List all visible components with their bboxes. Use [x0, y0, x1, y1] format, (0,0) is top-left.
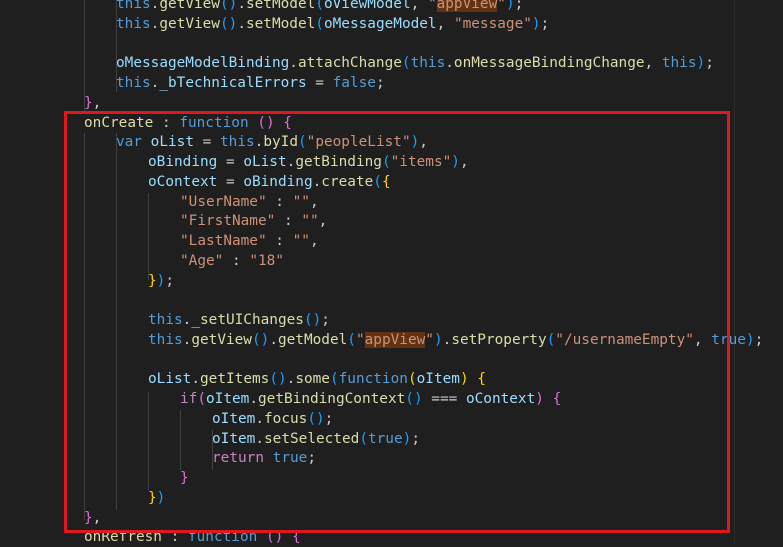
code-editor[interactable]: this.getView().setModel(oViewModel, "app… — [0, 0, 783, 545]
code-token: ; — [514, 0, 524, 12]
code-line[interactable]: this.getView().setModel(oMessageModel, "… — [116, 14, 549, 34]
code-token: getView — [159, 15, 220, 32]
code-line[interactable]: this.getView().setModel(oViewModel, "app… — [116, 0, 523, 14]
code-token: () — [219, 0, 238, 12]
code-token: , — [436, 15, 454, 32]
code-token: attachChange — [297, 55, 402, 72]
code-token: () — [219, 15, 238, 32]
code-token: onMessageBindingChange — [453, 55, 645, 72]
code-token: oMessageModelBinding — [116, 55, 290, 72]
code-token: . — [237, 15, 246, 32]
code-line[interactable]: oMessageModelBinding.attachChange(this.o… — [116, 53, 714, 73]
code-token: ( — [401, 55, 411, 72]
code-token: ; — [375, 75, 385, 91]
code-token: ) — [531, 15, 541, 32]
code-token: this — [661, 55, 697, 72]
code-token: _bTechnicalErrors — [159, 75, 307, 91]
code-token: " — [497, 0, 506, 12]
code-token: setModel — [245, 0, 316, 12]
code-token: this — [116, 0, 151, 12]
code-token: ) — [505, 0, 515, 12]
code-token: = — [306, 75, 333, 91]
highlight-box — [64, 111, 730, 533]
editor-scrollbar-track[interactable] — [734, 0, 735, 544]
code-token: oViewModel — [323, 0, 411, 12]
code-token: ( — [315, 15, 324, 32]
code-token: appView — [436, 0, 498, 12]
code-token: setModel — [245, 15, 316, 32]
code-token: ( — [315, 0, 324, 12]
code-token: ) — [745, 331, 755, 348]
code-token: false — [332, 75, 376, 91]
code-token: getView — [159, 0, 220, 12]
code-token: . — [289, 55, 298, 72]
code-token: , — [644, 55, 662, 72]
code-token: " — [427, 0, 437, 12]
code-token: oMessageModel — [323, 15, 437, 32]
code-line[interactable]: this._bTechnicalErrors = false; — [116, 73, 385, 93]
code-token: ; — [754, 331, 764, 348]
code-token: } — [84, 94, 93, 111]
code-token: . — [445, 55, 454, 72]
code-token: this — [410, 55, 446, 72]
code-token: . — [237, 0, 246, 12]
code-token: ; — [705, 55, 714, 72]
code-token: this — [116, 75, 151, 91]
code-token: , — [92, 94, 102, 111]
code-line[interactable]: }, — [84, 93, 101, 113]
code-token: ) — [696, 55, 706, 72]
code-token: "message" — [453, 15, 532, 32]
code-token: this — [116, 15, 151, 32]
code-token: , — [410, 0, 428, 12]
code-token: ; — [540, 15, 550, 32]
